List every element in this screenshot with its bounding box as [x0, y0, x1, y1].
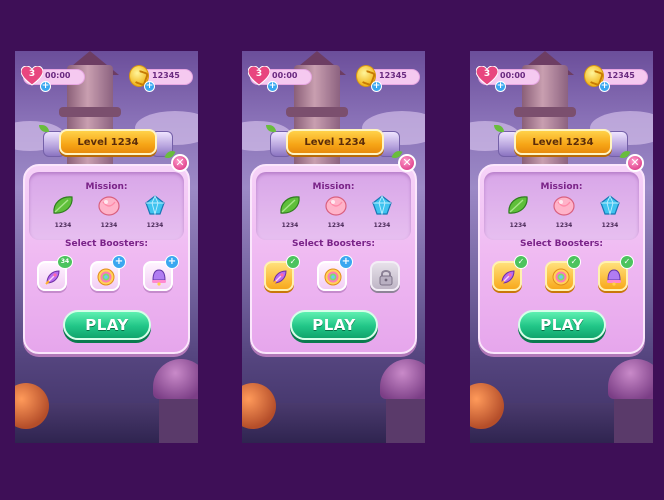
play-button[interactable]: PLAY: [63, 310, 151, 340]
booster-badge-check: ✓: [620, 255, 634, 269]
mission-target-count: 1234: [555, 222, 573, 229]
tower-ring-decoration: [514, 107, 576, 117]
tower-ring-decoration: [59, 107, 121, 117]
game-screen: 3 00:00 +12345 + Level 1234 ✕ Mission: 1234 1234…: [15, 51, 198, 443]
pink-shell-icon: [97, 194, 121, 216]
lives-count: 3: [28, 69, 36, 79]
coin-count: 12345: [607, 71, 635, 80]
play-label: PLAY: [312, 316, 356, 334]
play-button[interactable]: PLAY: [518, 310, 606, 340]
boosters-title: Select Boosters:: [520, 239, 603, 249]
add-coins-button[interactable]: +: [599, 81, 610, 92]
green-leaf-icon: [506, 194, 530, 216]
rainbow-ball-icon: [552, 268, 570, 286]
game-screen: 3 00:00 +12345 + Level 1234 ✕ Mission: 1234 1234…: [470, 51, 653, 443]
level-title-plate: Level 1234: [59, 129, 157, 155]
level-title-plate: Level 1234: [286, 129, 384, 155]
dome-base-decoration: [159, 395, 198, 443]
blue-gem-icon: [143, 194, 167, 216]
mission-title: Mission:: [85, 182, 128, 192]
coin-count: 12345: [379, 71, 407, 80]
boosters-title: Select Boosters:: [292, 239, 375, 249]
add-coins-button[interactable]: +: [371, 81, 382, 92]
dome-base-decoration: [386, 395, 425, 443]
mission-target-count: 1234: [54, 222, 72, 229]
pink-shell-icon: [552, 194, 576, 216]
rocket-candy-icon: [499, 268, 517, 286]
lives-count: 3: [255, 69, 263, 79]
add-coins-button[interactable]: +: [144, 81, 155, 92]
level-title-plate: Level 1234: [514, 129, 612, 155]
pink-shell-icon: [324, 194, 348, 216]
mission-target-count: 1234: [601, 222, 619, 229]
add-lives-button[interactable]: +: [267, 81, 278, 92]
rainbow-ball-icon: [324, 268, 342, 286]
mission-target-count: 1234: [327, 222, 345, 229]
lives-timer: 00:00: [45, 71, 71, 80]
dome-decoration: [380, 359, 425, 399]
bell-candy-icon: [150, 268, 168, 286]
booster-slot: [370, 261, 400, 291]
bell-candy-icon: [605, 268, 623, 286]
mission-target-count: 1234: [100, 222, 118, 229]
mission-target-count: 1234: [509, 222, 527, 229]
level-banner: Level 1234: [266, 125, 403, 161]
booster-badge-plus: +: [165, 255, 179, 269]
lives-count: 3: [483, 69, 491, 79]
game-screen: 3 00:00 +12345 + Level 1234 ✕ Mission: 1234 1234…: [242, 51, 425, 443]
boosters-title: Select Boosters:: [65, 239, 148, 249]
level-banner: Level 1234: [494, 125, 631, 161]
rainbow-ball-icon: [97, 268, 115, 286]
level-title: Level 1234: [77, 136, 139, 148]
green-leaf-icon: [51, 194, 75, 216]
lives-timer: 00:00: [272, 71, 298, 80]
play-button[interactable]: PLAY: [290, 310, 378, 340]
dome-decoration: [153, 359, 198, 399]
level-banner: Level 1234: [39, 125, 176, 161]
booster-badge-plus: +: [112, 255, 126, 269]
mission-target-count: 1234: [146, 222, 164, 229]
dome-decoration: [608, 359, 653, 399]
booster-badge-count: 34: [57, 255, 73, 269]
lock-icon: [377, 268, 395, 286]
mission-target-count: 1234: [373, 222, 391, 229]
dome-base-decoration: [614, 395, 653, 443]
play-label: PLAY: [85, 316, 129, 334]
blue-gem-icon: [370, 194, 394, 216]
level-title: Level 1234: [304, 136, 366, 148]
booster-badge-check: ✓: [514, 255, 528, 269]
level-title: Level 1234: [532, 136, 594, 148]
lives-timer: 00:00: [500, 71, 526, 80]
rocket-candy-icon: [271, 268, 289, 286]
close-button[interactable]: ✕: [171, 154, 189, 172]
add-lives-button[interactable]: +: [495, 81, 506, 92]
close-button[interactable]: ✕: [626, 154, 644, 172]
play-label: PLAY: [540, 316, 584, 334]
coin-count: 12345: [152, 71, 180, 80]
blue-gem-icon: [598, 194, 622, 216]
add-lives-button[interactable]: +: [40, 81, 51, 92]
rocket-candy-icon: [44, 268, 62, 286]
booster-badge-check: ✓: [286, 255, 300, 269]
close-button[interactable]: ✕: [398, 154, 416, 172]
green-leaf-icon: [278, 194, 302, 216]
tower-ring-decoration: [286, 107, 348, 117]
booster-badge-plus: +: [339, 255, 353, 269]
mission-target-count: 1234: [281, 222, 299, 229]
booster-badge-check: ✓: [567, 255, 581, 269]
mission-title: Mission:: [312, 182, 355, 192]
mission-title: Mission:: [540, 182, 583, 192]
